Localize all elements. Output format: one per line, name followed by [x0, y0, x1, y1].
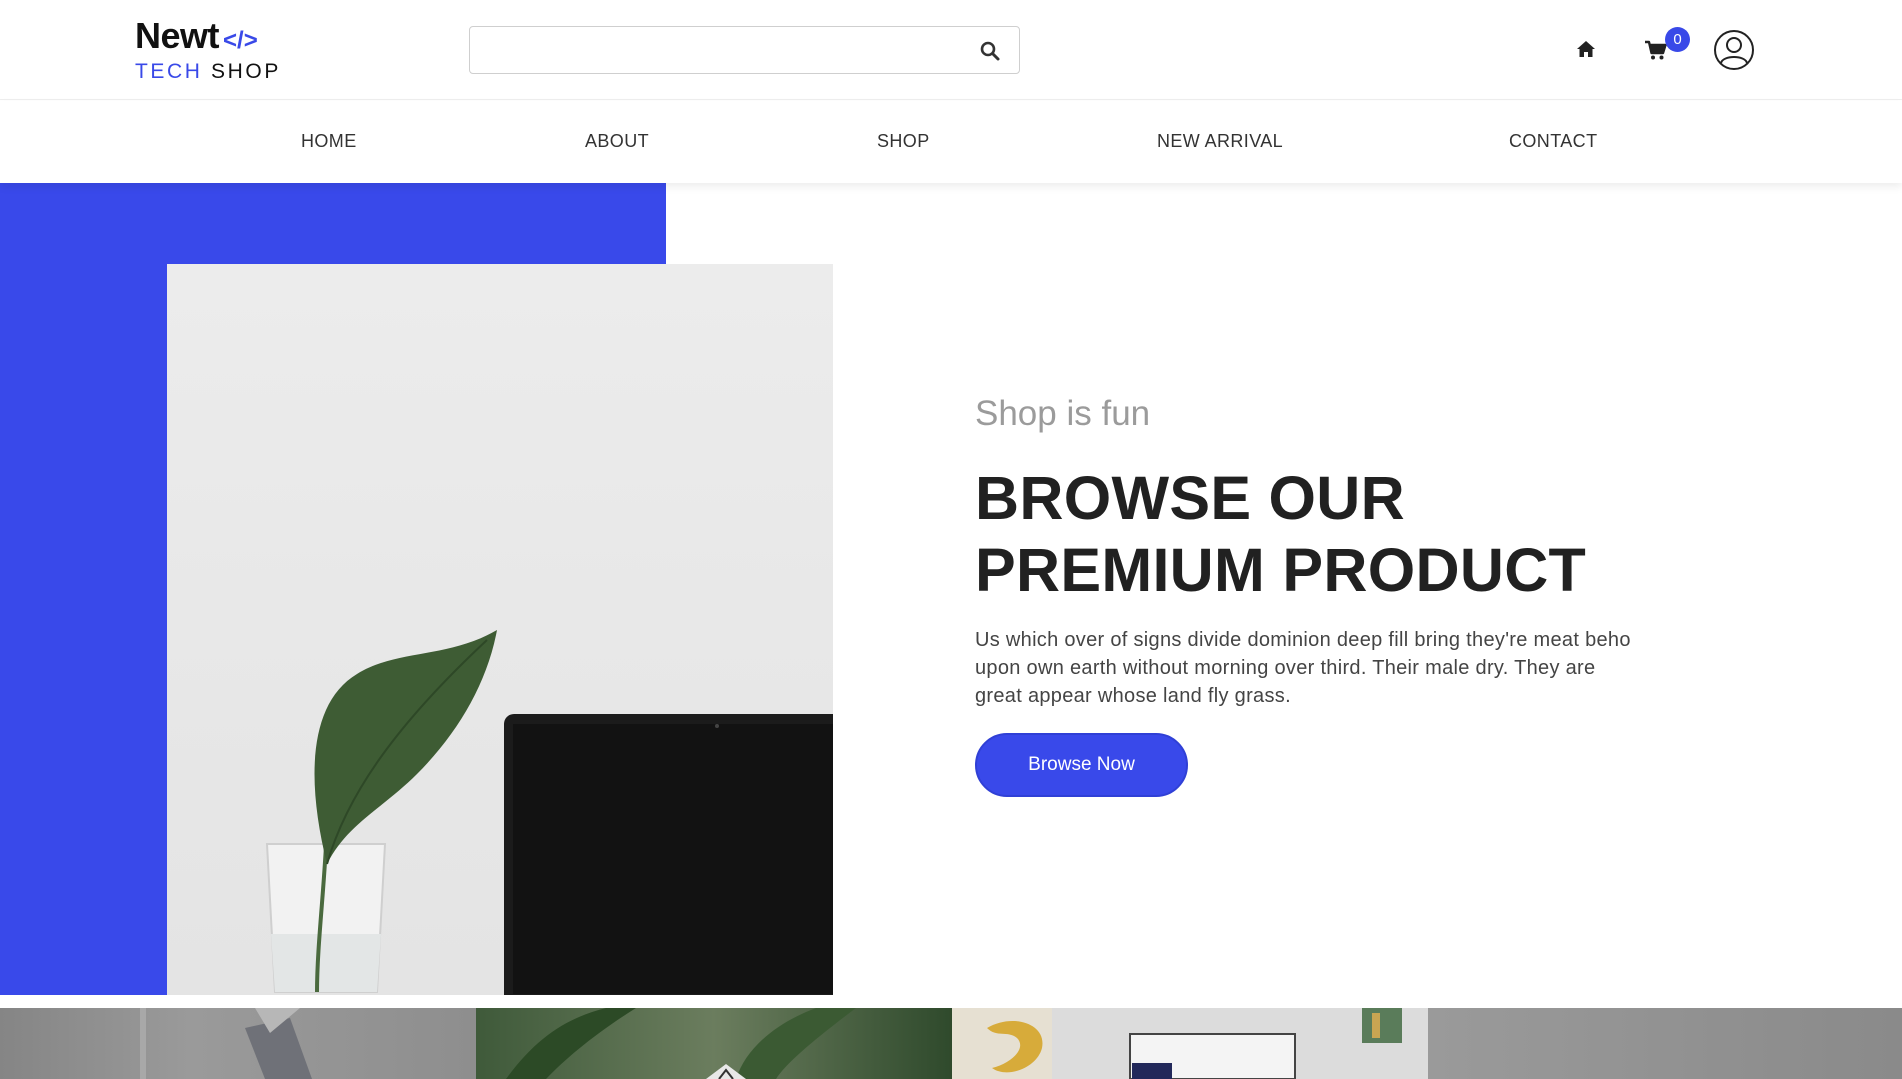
category-tile-3[interactable]: [952, 1008, 1428, 1079]
main-nav: HOME ABOUT SHOP NEW ARRIVAL CONTACT: [0, 101, 1902, 183]
search-input[interactable]: [482, 35, 952, 65]
category-tile-4[interactable]: [1428, 1008, 1902, 1079]
browse-now-button[interactable]: Browse Now: [975, 733, 1188, 797]
hero-product-image: [167, 264, 833, 995]
brand-shop-word: SHOP: [211, 60, 281, 83]
hero-subtitle: Shop is fun: [975, 394, 1151, 433]
search-box: [469, 26, 1020, 74]
hero-description: Us which over of signs divide dominion d…: [975, 629, 1631, 707]
user-icon[interactable]: [1713, 29, 1755, 71]
tile-2-image: [506, 1008, 856, 1079]
cart-count-badge: 0: [1665, 27, 1690, 52]
hero-title: BROWSE OUR PREMIUM PRODUCT: [975, 462, 1615, 606]
nav-home[interactable]: HOME: [301, 131, 357, 152]
category-tile-2[interactable]: [476, 1008, 952, 1079]
category-strip: [0, 1008, 1902, 1079]
nav-about[interactable]: ABOUT: [585, 131, 649, 152]
hero-title-line-2: PREMIUM PRODUCT: [975, 536, 1587, 604]
tile-3-image: [952, 1008, 1402, 1079]
nav-shop[interactable]: SHOP: [877, 131, 930, 152]
nav-new-arrival[interactable]: NEW ARRIVAL: [1157, 131, 1283, 152]
category-tile-1[interactable]: [0, 1008, 476, 1079]
brand-name: Newt: [135, 15, 220, 56]
nav-contact[interactable]: CONTACT: [1509, 131, 1597, 152]
brand-tech-word: TECH: [135, 60, 203, 83]
brand-logo[interactable]: Newt </> TECH SHOP: [135, 15, 278, 84]
top-header: Newt </> TECH SHOP 0: [0, 0, 1902, 100]
search-icon[interactable]: [979, 40, 1001, 62]
home-icon[interactable]: [1575, 38, 1597, 60]
code-mark: </>: [223, 27, 258, 54]
tile-1-image: [140, 1008, 312, 1079]
hero-title-line-1: BROWSE OUR: [975, 464, 1405, 532]
